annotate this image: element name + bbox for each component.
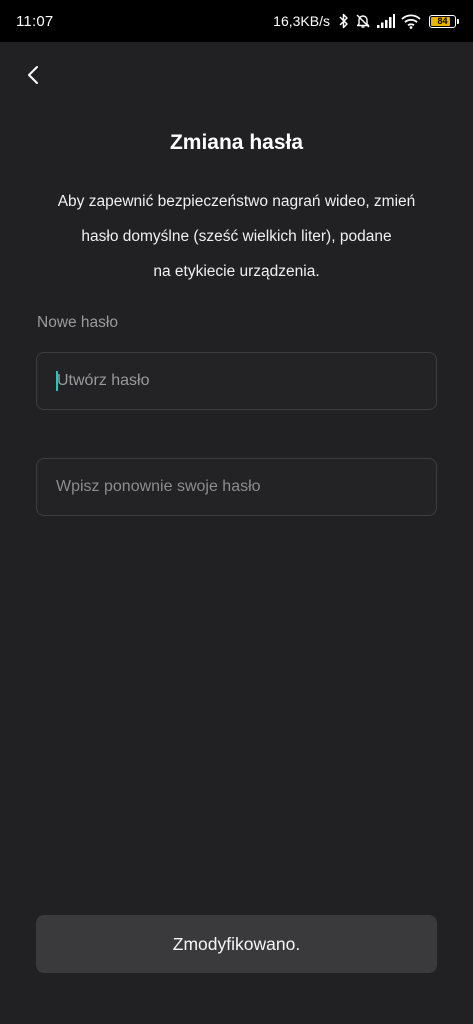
description: Aby zapewnić bezpieczeństwo nagrań wideo… xyxy=(30,184,443,289)
new-password-label: Nowe hasło xyxy=(37,314,118,331)
new-password-placeholder: Utwórz hasło xyxy=(57,372,150,389)
bell-off-icon xyxy=(355,13,371,29)
battery-icon: 84 xyxy=(429,14,459,28)
wifi-icon xyxy=(401,14,421,29)
description-line: na etykiecie urządzenia. xyxy=(153,263,320,280)
page-title: Zmiana hasła xyxy=(169,131,304,154)
back-button[interactable] xyxy=(18,60,48,90)
change-password-screen: 11:07 16,3KB/s 84 Zmiana hasła Aby zapew… xyxy=(0,0,473,1024)
confirm-password-placeholder: Wpisz ponownie swoje hasło xyxy=(56,478,261,495)
confirm-password-input[interactable]: Wpisz ponownie swoje hasło xyxy=(36,458,437,516)
status-bar: 11:07 16,3KB/s 84 xyxy=(0,0,473,42)
submit-button[interactable]: Zmodyfikowano. xyxy=(36,915,437,973)
description-line: hasło domyślne (sześć wielkich liter), p… xyxy=(81,228,392,245)
new-password-input[interactable]: Utwórz hasło xyxy=(36,352,437,410)
status-icons: 16,3KB/s 84 xyxy=(273,13,459,29)
status-time: 11:07 xyxy=(16,12,54,30)
network-speed: 16,3KB/s xyxy=(273,13,330,29)
bluetooth-icon xyxy=(338,13,349,29)
signal-icon xyxy=(377,14,395,28)
battery-level: 84 xyxy=(437,15,448,26)
chevron-left-icon xyxy=(28,66,38,84)
description-line: Aby zapewnić bezpieczeństwo nagrań wideo… xyxy=(57,193,416,210)
